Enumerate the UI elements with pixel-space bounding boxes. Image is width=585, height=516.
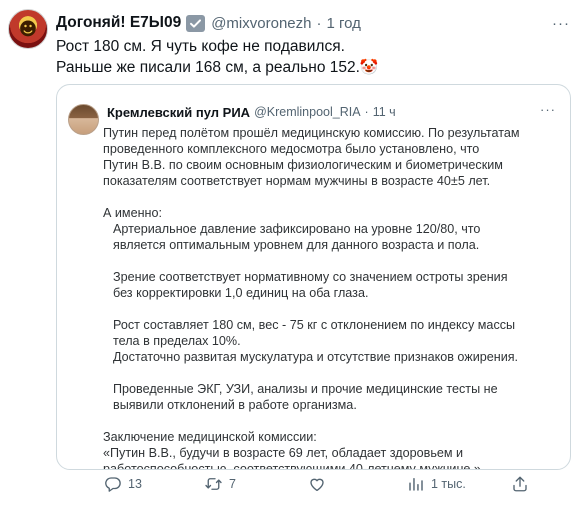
quoted-text-line: Путин перед полётом прошёл медицинскую к… [103, 126, 520, 140]
tweet-text-line-content: Раньше же писали 168 см, а реально 152. [56, 59, 360, 76]
quoted-author-handle[interactable]: @Kremlinpool_RIA [254, 105, 360, 119]
retweet-icon [204, 475, 223, 493]
tweet-action-bar: 13 7 1 тыс. [56, 473, 571, 495]
quoted-text-line: тела в пределах 10%. [113, 334, 241, 348]
reply-count: 13 [128, 477, 142, 491]
quoted-author-display-name[interactable]: Кремлевский пул РИА [107, 105, 250, 120]
clown-emoji-icon: 🤡 [359, 58, 379, 76]
quoted-tweet-timestamp[interactable]: 11 ч [373, 105, 396, 119]
quoted-text-line: Путин В.В. по своим основным физиологиче… [103, 158, 503, 172]
more-options-icon[interactable]: ··· [551, 13, 571, 33]
quoted-text-line: показателям соответствует нормам мужчины… [103, 174, 491, 188]
separator-dot: · [364, 105, 369, 119]
reply-icon [104, 475, 122, 493]
quoted-tweet-card[interactable]: Кремлевский пул РИА @Kremlinpool_RIA · 1… [56, 84, 571, 470]
quoted-text-line: Проведенные ЭКГ, УЗИ, анализы и прочие м… [113, 382, 498, 396]
like-button[interactable] [308, 473, 332, 495]
views-icon [407, 475, 425, 493]
quoted-text-line: Достаточно развитая мускулатура и отсутс… [113, 350, 519, 364]
tweet-text: Рост 180 см. Я чуть кофе не подавился. Р… [56, 37, 379, 78]
avatar-figure-icon: ☻ [18, 19, 38, 40]
tweet-timestamp[interactable]: 1 год [326, 15, 360, 32]
quoted-text-line: «Путин В.В., будучи в возрасте 69 лет, о… [103, 446, 464, 460]
quoted-text-line: А именно: [103, 206, 163, 220]
share-icon [511, 475, 529, 493]
quoted-author-avatar[interactable] [68, 104, 99, 135]
verified-badge-icon [186, 14, 206, 32]
quoted-more-options-icon[interactable]: ··· [540, 102, 556, 117]
quoted-text-line: без корректировки 1,0 единиц на оба глаз… [113, 286, 369, 300]
quoted-text-line: является оптимальным уровнем для данного… [113, 238, 480, 252]
tweet-text-line: Рост 180 см. Я чуть кофе не подавился. [56, 38, 345, 55]
author-avatar[interactable]: ☻ [8, 9, 48, 49]
author-handle[interactable]: @mixvoronezh [211, 15, 311, 32]
views-count: 1 тыс. [431, 477, 466, 491]
quoted-tweet-header: Кремлевский пул РИА @Kremlinpool_RIA · 1… [107, 103, 396, 121]
quoted-tweet-text: Путин перед полётом прошёл медицинскую к… [103, 125, 563, 470]
author-display-name[interactable]: Догоняй! E7Ы09 [56, 14, 181, 32]
quoted-text-line: Артериальное давление зафиксировано на у… [113, 222, 481, 236]
like-icon [308, 475, 326, 493]
tweet-text-line: Раньше же писали 168 см, а реально 152.🤡 [56, 57, 379, 78]
quoted-text-line: проведенного комплексного медосмотра был… [103, 142, 480, 156]
tweet-header: Догоняй! E7Ы09 @mixvoronezh · 1 год [56, 13, 361, 33]
separator-dot: · [316, 14, 322, 32]
retweet-count: 7 [229, 477, 236, 491]
quoted-text-line: работоспособностью, соответствующими 40-… [103, 462, 481, 470]
quoted-text-line: Зрение соответствует нормативному со зна… [113, 270, 508, 284]
retweet-button[interactable]: 7 [204, 473, 236, 495]
share-button[interactable] [511, 473, 529, 495]
quoted-text-line: Заключение медицинской комиссии: [103, 430, 317, 444]
quoted-text-line: Рост составляет 180 см, вес - 75 кг с от… [113, 318, 516, 332]
quoted-text-line: выявили отклонений в работе организма. [113, 398, 357, 412]
views-button[interactable]: 1 тыс. [407, 473, 466, 495]
reply-button[interactable]: 13 [104, 473, 142, 495]
